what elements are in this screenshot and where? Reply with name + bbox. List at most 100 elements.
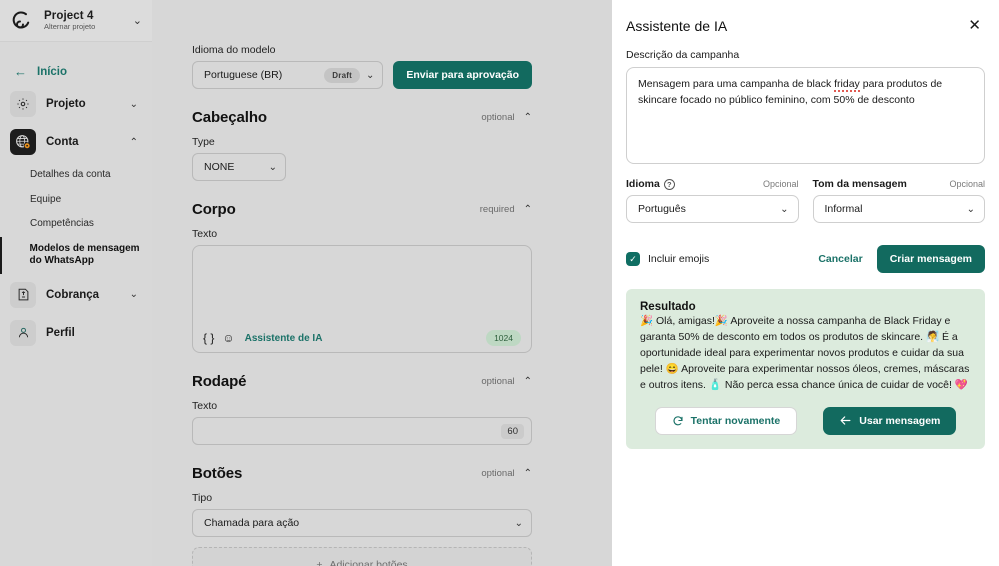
chevron-down-icon[interactable]: ⌄ xyxy=(133,14,144,27)
sidebar-item-perfil[interactable]: Perfil xyxy=(0,314,152,352)
tone-head: Tom da mensagem Opcional xyxy=(813,178,986,190)
sidebar-item-label: Conta xyxy=(46,136,79,148)
section-header-corpo: Corpo required ⌃ xyxy=(192,201,532,218)
project-switcher[interactable]: Project 4 Alternar projeto ⌄ xyxy=(0,0,152,42)
panel-language-text: Idioma xyxy=(626,178,660,190)
retry-label: Tentar novamente xyxy=(690,414,781,427)
sidebar-item-conta[interactable]: Conta ⌃ xyxy=(0,123,152,161)
panel-language-label: Idioma ? xyxy=(626,178,763,190)
add-buttons-button[interactable]: + Adicionar botões xyxy=(192,547,532,566)
result-card: Resultado 🎉 Olá, amigas!🎉 Aproveite a no… xyxy=(626,289,985,449)
section-title: Botões xyxy=(192,465,243,482)
billing-icon xyxy=(10,281,36,308)
chevron-up-icon[interactable]: ⌃ xyxy=(524,376,532,387)
buttons-type-select[interactable]: Chamada para ação ⌄ xyxy=(192,509,532,537)
template-form: Idioma do modelo Portuguese (BR) Draft ⌄… xyxy=(192,44,532,566)
question-mark-icon[interactable]: ? xyxy=(663,178,675,190)
section-title: Rodapé xyxy=(192,373,247,390)
sidebar-subitem-detalhes-da-conta[interactable]: Detalhes da conta xyxy=(0,163,152,188)
tone-optional-note: Opcional xyxy=(949,179,985,189)
section-note: optional xyxy=(481,468,515,479)
retry-button[interactable]: Tentar novamente xyxy=(654,406,798,435)
sidebar-subitem-equipe[interactable]: Equipe xyxy=(0,188,152,213)
panel-tone-value: Informal xyxy=(824,203,863,215)
footer-char-counter: 60 xyxy=(501,423,524,439)
header-type-label: Type xyxy=(192,136,215,148)
gear-icon xyxy=(10,91,36,117)
project-subtitle: Alternar projeto xyxy=(44,22,96,32)
chevron-down-icon[interactable]: ⌄ xyxy=(130,99,142,110)
language-head: Idioma ? Opcional xyxy=(626,178,799,190)
chevron-down-icon[interactable]: ⌄ xyxy=(130,289,142,300)
use-message-button[interactable]: Usar mensagem xyxy=(823,406,957,435)
sidebar-item-projeto[interactable]: Projeto ⌄ xyxy=(0,85,152,123)
language-row: Portuguese (BR) Draft ⌄ Enviar para apro… xyxy=(192,61,532,89)
section-header-cabecalho: Cabeçalho optional ⌃ xyxy=(192,109,532,126)
sidebar-item-label: Projeto xyxy=(46,98,86,110)
chevron-up-icon[interactable]: ⌃ xyxy=(130,137,142,148)
campaign-description-label: Descrição da campanha xyxy=(626,49,740,61)
ai-assistant-panel: Assistente de IA ✕ Descrição da campanha… xyxy=(612,0,999,566)
panel-controls: ✓ Incluir emojis Cancelar Criar mensagem xyxy=(626,245,985,273)
section-note: required xyxy=(479,204,515,215)
chevron-down-icon: ⌄ xyxy=(268,161,277,173)
sidebar-subitem-modelos-de-mensagem-do-whatsapp[interactable]: Modelos de mensagem do WhatsApp xyxy=(0,236,152,274)
buttons-type-value: Chamada para ação xyxy=(204,517,300,529)
body-text-toolbar: { } ☺ Assistente de IA 1024 xyxy=(193,324,531,352)
sidebar-subitem-competencias[interactable]: Competências xyxy=(0,212,152,237)
globe-gear-icon xyxy=(10,129,36,155)
close-icon[interactable]: ✕ xyxy=(964,16,985,35)
result-actions: Tentar novamente Usar mensagem xyxy=(640,406,971,435)
project-info: Project 4 Alternar projeto xyxy=(44,10,125,32)
chevron-down-icon: ⌄ xyxy=(966,203,975,215)
use-label: Usar mensagem xyxy=(859,414,941,427)
footer-text-label: Texto xyxy=(192,400,218,412)
spiral-logo-icon xyxy=(10,8,36,34)
sidebar-item-inicio[interactable]: ← Início xyxy=(0,58,152,85)
plus-icon: + xyxy=(316,559,323,566)
status-badge: Draft xyxy=(324,67,360,83)
main-content: Idioma do modelo Portuguese (BR) Draft ⌄… xyxy=(152,0,612,566)
sidebar-item-cobranca[interactable]: Cobrança ⌄ xyxy=(0,276,152,314)
footer-text-input[interactable]: 60 xyxy=(192,417,532,445)
sidebar-item-label: Início xyxy=(37,65,68,78)
variable-braces-icon[interactable]: { } xyxy=(203,332,214,344)
panel-language-select[interactable]: Português ⌄ xyxy=(626,195,799,223)
language-column: Idioma ? Opcional Português ⌄ xyxy=(626,178,799,223)
chevron-up-icon[interactable]: ⌃ xyxy=(524,112,532,123)
language-optional-note: Opcional xyxy=(762,179,799,189)
section-header-rodape: Rodapé optional ⌃ xyxy=(192,373,532,390)
ai-assistant-button[interactable]: Assistente de IA xyxy=(245,333,323,344)
cancel-button[interactable]: Cancelar xyxy=(804,253,876,265)
chevron-down-icon: ⌄ xyxy=(780,203,789,215)
chevron-up-icon[interactable]: ⌃ xyxy=(524,468,532,479)
language-value: Portuguese (BR) xyxy=(204,69,283,81)
panel-language-value: Português xyxy=(638,203,686,215)
panel-title: Assistente de IA xyxy=(626,17,728,34)
body-char-counter: 1024 xyxy=(486,330,521,346)
add-buttons-label: Adicionar botões xyxy=(329,559,408,566)
description-spellcheck-word: friday xyxy=(834,78,860,92)
sidebar-subnav-conta: Detalhes da conta Equipe Competências Mo… xyxy=(0,161,152,276)
body-text-input[interactable]: { } ☺ Assistente de IA 1024 xyxy=(192,245,532,353)
section-note: optional xyxy=(481,112,515,123)
submit-for-approval-button[interactable]: Enviar para aprovação xyxy=(393,61,532,89)
include-emojis-checkbox[interactable]: ✓ Incluir emojis xyxy=(626,252,804,266)
panel-header: Assistente de IA ✕ xyxy=(626,16,985,35)
person-icon xyxy=(10,319,36,346)
section-title: Corpo xyxy=(192,201,236,218)
language-label: Idioma do modelo xyxy=(192,44,276,56)
campaign-description-input[interactable]: Mensagem para uma campanha de black frid… xyxy=(626,67,985,164)
header-type-select[interactable]: NONE ⌄ xyxy=(192,153,286,181)
language-select[interactable]: Portuguese (BR) Draft ⌄ xyxy=(192,61,384,89)
sidebar-item-label: Perfil xyxy=(46,326,75,339)
emoji-icon[interactable]: ☺ xyxy=(222,332,234,344)
description-part-1: Mensagem para uma campanha de black xyxy=(638,78,835,90)
chevron-down-icon: ⌄ xyxy=(514,517,523,529)
chevron-down-icon: ⌄ xyxy=(365,69,375,81)
panel-tone-select[interactable]: Informal ⌄ xyxy=(812,195,985,223)
chevron-up-icon[interactable]: ⌃ xyxy=(524,204,532,215)
left-sidebar: Project 4 Alternar projeto ⌄ ← Início Pr… xyxy=(0,0,152,566)
create-message-button[interactable]: Criar mensagem xyxy=(876,245,985,273)
section-header-botoes: Botões optional ⌃ xyxy=(192,465,532,482)
